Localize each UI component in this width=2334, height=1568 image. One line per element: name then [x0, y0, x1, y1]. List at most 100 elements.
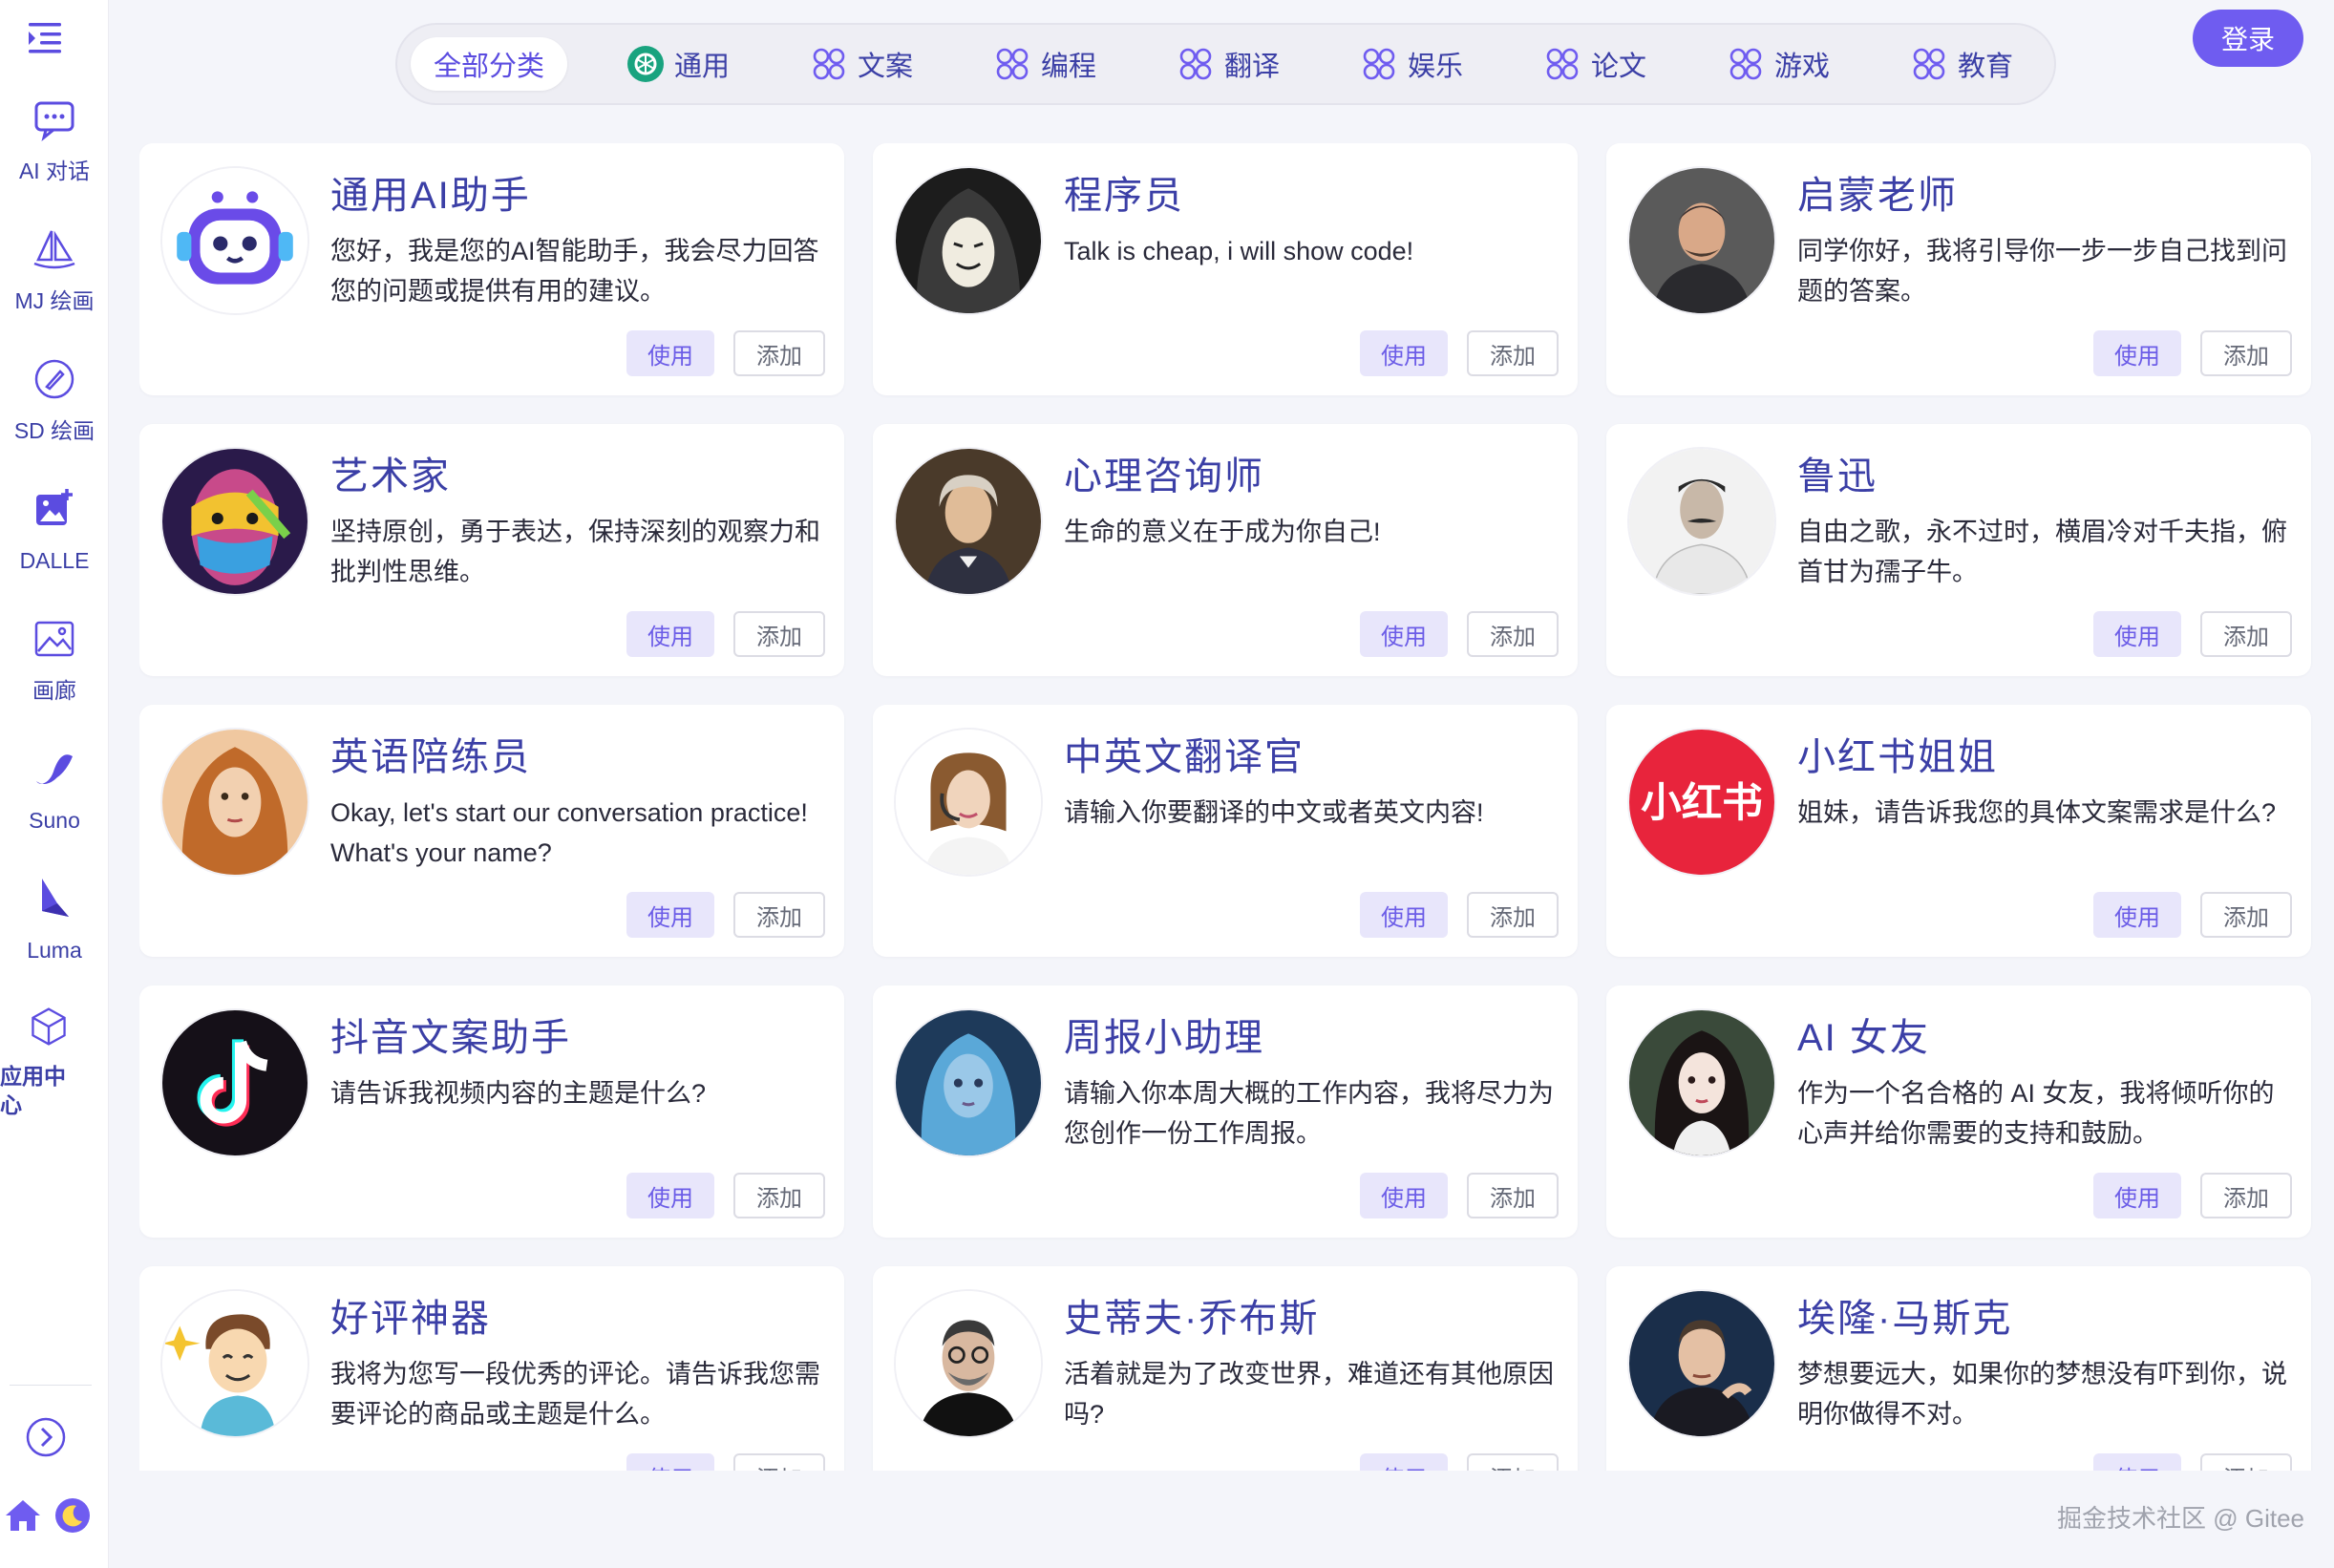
tab-all[interactable]: 全部分类: [411, 37, 568, 91]
sidebar-item-app-center[interactable]: 应用中心: [0, 1005, 109, 1119]
add-button[interactable]: 添加: [1467, 330, 1559, 376]
use-button[interactable]: 使用: [2093, 1173, 2181, 1218]
sidebar-item-sd[interactable]: SD 绘画: [0, 355, 109, 470]
use-button[interactable]: 使用: [626, 611, 714, 657]
use-button[interactable]: 使用: [1360, 1453, 1448, 1471]
card-title: 艺术家: [330, 456, 451, 498]
avatar: [1627, 1289, 1776, 1438]
add-button[interactable]: 添加: [2200, 330, 2292, 376]
sidebar-item-ai-chat[interactable]: AI 对话: [0, 95, 109, 210]
card-title: 好评神器: [330, 1298, 491, 1340]
grid-icon: [1546, 48, 1579, 80]
tab-copywriting[interactable]: 文案: [810, 37, 913, 91]
app-card: 中英文翻译官 请输入你要翻译的中文或者英文内容! 使用 添加: [873, 705, 1578, 957]
use-button[interactable]: 使用: [626, 892, 714, 938]
gallery-icon: [34, 621, 74, 657]
sidebar-item-label: Luma: [27, 938, 82, 963]
sidebar-item-gallery[interactable]: 画廊: [0, 615, 109, 730]
card-description: Talk is cheap, i will show code!: [1064, 237, 1414, 265]
sidebar-item-mj[interactable]: MJ 绘画: [0, 225, 109, 340]
card-description: Okay, let's start our conversation pract…: [330, 798, 808, 867]
card-description: 姐妹，请告诉我您的具体文案需求是什么?: [1797, 798, 2277, 827]
add-button[interactable]: 添加: [2200, 1453, 2292, 1471]
use-button[interactable]: 使用: [626, 1173, 714, 1218]
sidebar-item-luma[interactable]: Luma: [0, 875, 109, 989]
use-button[interactable]: 使用: [1360, 892, 1448, 938]
avatar: [160, 1289, 309, 1438]
avatar: [160, 166, 309, 315]
tab-programming[interactable]: 编程: [993, 37, 1096, 91]
luma-icon: [42, 879, 69, 917]
tab-label: 全部分类: [434, 52, 545, 82]
avatar: [894, 166, 1043, 315]
expand-arrow-icon[interactable]: [25, 1416, 67, 1458]
login-button[interactable]: 登录: [2193, 10, 2303, 67]
use-button[interactable]: 使用: [1360, 611, 1448, 657]
tab-label: 文案: [858, 52, 914, 82]
avatar: [1627, 166, 1776, 315]
tab-game[interactable]: 游戏: [1727, 37, 1830, 91]
use-button[interactable]: 使用: [626, 1453, 714, 1471]
sidebar-item-label: AI 对话: [18, 159, 91, 183]
add-button[interactable]: 添加: [1467, 1453, 1559, 1471]
avatar: [894, 1289, 1043, 1438]
add-button[interactable]: 添加: [2200, 892, 2292, 938]
tab-translate[interactable]: 翻译: [1177, 37, 1280, 91]
tab-general[interactable]: 通用: [626, 37, 730, 91]
app-card: 史蒂夫·乔布斯 活着就是为了改变世界，难道还有其他原因吗? 使用 添加: [873, 1266, 1578, 1471]
sidebar-item-label: MJ 绘画: [14, 288, 95, 313]
app-card: 周报小助理 请输入你本周大概的工作内容，我将尽力为您创作一份工作周报。 使用 添…: [873, 985, 1578, 1238]
card-title: 通用AI助手: [330, 175, 531, 217]
tab-education[interactable]: 教育: [1910, 37, 2013, 91]
grid-icon: [1179, 48, 1212, 80]
app-card: 鲁迅 自由之歌，永不过时，横眉冷对千夫指，俯首甘为孺子牛。 使用 添加: [1606, 424, 2311, 676]
add-button[interactable]: 添加: [2200, 1173, 2292, 1218]
home-icon[interactable]: [4, 1496, 42, 1535]
add-button[interactable]: 添加: [733, 1453, 825, 1471]
add-button[interactable]: 添加: [2200, 611, 2292, 657]
app-card: 艺术家 坚持原创，勇于表达，保持深刻的观察力和批判性思维。 使用 添加: [139, 424, 844, 676]
add-button[interactable]: 添加: [733, 892, 825, 938]
use-button[interactable]: 使用: [1360, 330, 1448, 376]
menu-collapse-icon[interactable]: [25, 17, 67, 59]
card-description: 坚持原创，勇于表达，保持深刻的观察力和批判性思维。: [330, 518, 820, 586]
tab-label: 编程: [1041, 52, 1097, 82]
card-description: 梦想要远大，如果你的梦想没有吓到你，说明你做得不对。: [1797, 1360, 2287, 1429]
add-button[interactable]: 添加: [1467, 1173, 1559, 1218]
tab-paper[interactable]: 论文: [1543, 37, 1646, 91]
card-description: 请输入你本周大概的工作内容，我将尽力为您创作一份工作周报。: [1064, 1079, 1554, 1148]
use-button[interactable]: 使用: [2093, 611, 2181, 657]
tab-label: 通用: [674, 52, 731, 82]
card-description: 您好，我是您的AI智能助手，我会尽力回答您的问题或提供有用的建议。: [330, 237, 819, 306]
card-description: 请输入你要翻译的中文或者英文内容!: [1064, 798, 1484, 827]
avatar: [160, 447, 309, 596]
app-card: 小红书 小红书姐姐 姐妹，请告诉我您的具体文案需求是什么? 使用 添加: [1606, 705, 2311, 957]
use-button[interactable]: 使用: [2093, 330, 2181, 376]
grid-icon: [1363, 48, 1395, 80]
tab-label: 游戏: [1774, 52, 1831, 82]
add-button[interactable]: 添加: [1467, 611, 1559, 657]
tab-entertainment[interactable]: 娱乐: [1360, 37, 1463, 91]
sidebar: AI 对话 MJ 绘画 SD 绘画 DALLE 画廊 Suno Luma 应用中…: [0, 0, 109, 1568]
card-title: AI 女友: [1797, 1017, 1930, 1059]
use-button[interactable]: 使用: [626, 330, 714, 376]
sidebar-item-dalle[interactable]: DALLE: [0, 485, 109, 600]
sailboat-icon: [33, 230, 75, 269]
sidebar-item-suno[interactable]: Suno: [0, 745, 109, 859]
add-button[interactable]: 添加: [733, 611, 825, 657]
add-button[interactable]: 添加: [1467, 892, 1559, 938]
add-button[interactable]: 添加: [733, 1173, 825, 1218]
card-title: 埃隆·马斯克: [1797, 1298, 2013, 1340]
tab-label: 教育: [1958, 52, 2014, 82]
use-button[interactable]: 使用: [2093, 892, 2181, 938]
sidebar-item-label: 画廊: [32, 678, 76, 703]
use-button[interactable]: 使用: [2093, 1453, 2181, 1471]
card-title: 周报小助理: [1064, 1017, 1264, 1059]
card-description: 同学你好，我将引导你一步一步自己找到问题的答案。: [1797, 237, 2287, 306]
cube-icon: [32, 1007, 66, 1046]
use-button[interactable]: 使用: [1360, 1173, 1448, 1218]
dark-mode-icon[interactable]: [53, 1496, 92, 1535]
card-description: 生命的意义在于成为你自己!: [1064, 518, 1381, 546]
add-button[interactable]: 添加: [733, 330, 825, 376]
avatar: 小红书: [1627, 728, 1776, 877]
